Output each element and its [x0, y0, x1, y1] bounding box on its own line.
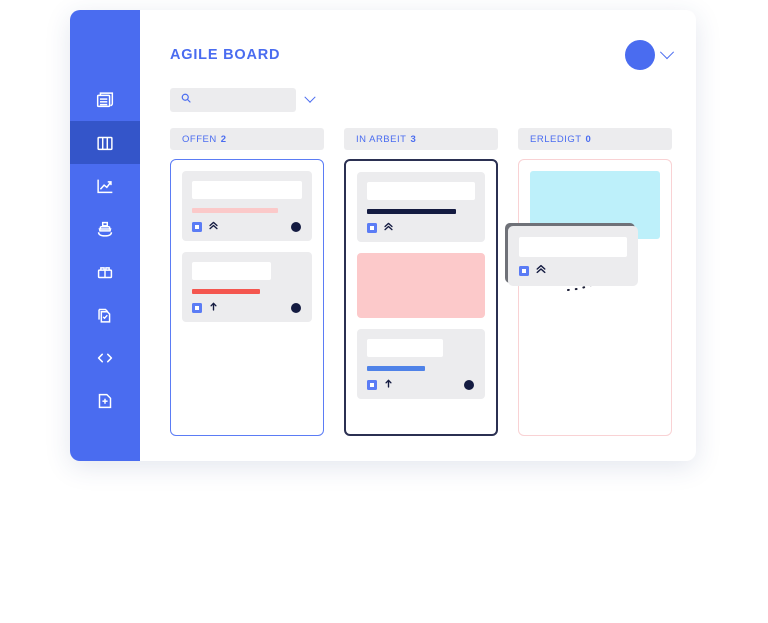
card-label-bar: [367, 366, 426, 371]
profile-menu[interactable]: [625, 40, 675, 70]
column-dropzone-offen[interactable]: [170, 159, 324, 436]
sidebar-item-analytics[interactable]: [70, 164, 140, 207]
task-type-icon[interactable]: [367, 380, 377, 390]
chevron-down-icon[interactable]: [659, 45, 675, 60]
sidebar-item-board[interactable]: [70, 121, 140, 164]
sidebar: [70, 10, 140, 461]
assignee-avatar[interactable]: [291, 222, 301, 232]
card-label-bar: [192, 289, 261, 294]
avatar[interactable]: [625, 40, 655, 70]
search-row: [170, 88, 672, 112]
sidebar-item-new-file[interactable]: [70, 379, 140, 422]
drop-placeholder-pink[interactable]: [357, 253, 485, 318]
priority-high-icon: [383, 376, 394, 394]
column-label: OFFEN: [182, 133, 217, 145]
search-input[interactable]: [197, 93, 296, 107]
dragged-task-card[interactable]: [508, 226, 638, 286]
column-count: 0: [585, 133, 592, 145]
card-title-placeholder: [367, 339, 443, 357]
task-card[interactable]: [182, 252, 312, 322]
priority-highest-icon: [208, 218, 219, 236]
app-window: AGILE BOARD OFFEN 2 IN ARBEIT 3 ERLEDIGT…: [70, 10, 696, 461]
line-chart-icon: [94, 175, 116, 197]
card-meta: [367, 379, 475, 391]
task-type-icon[interactable]: [192, 222, 202, 232]
column-dropzone-erledigt[interactable]: [518, 159, 672, 436]
board-column-in-arbeit: IN ARBEIT 3: [344, 128, 498, 436]
toolbox-icon: [94, 261, 116, 283]
add-file-icon: [94, 390, 116, 412]
code-brackets-icon: [94, 347, 116, 369]
column-count: 2: [220, 133, 227, 145]
card-title-placeholder: [192, 262, 272, 280]
priority-highest-icon: [383, 219, 394, 237]
sidebar-item-reports[interactable]: [70, 78, 140, 121]
columns-board-icon: [94, 132, 116, 154]
sidebar-item-shipping[interactable]: [70, 207, 140, 250]
card-title-placeholder: [519, 237, 627, 257]
task-type-icon[interactable]: [367, 223, 377, 233]
sidebar-item-toolbox[interactable]: [70, 250, 140, 293]
task-type-icon[interactable]: [519, 266, 529, 276]
card-label-bar: [192, 208, 278, 213]
card-meta: [519, 262, 627, 280]
card-title-placeholder: [367, 182, 475, 200]
card-meta: [192, 221, 302, 233]
search-icon: [180, 91, 192, 109]
column-label: ERLEDIGT: [530, 133, 582, 145]
page-title: AGILE BOARD: [170, 47, 281, 63]
column-header-in-arbeit[interactable]: IN ARBEIT 3: [344, 128, 498, 150]
priority-highest-icon: [535, 262, 547, 280]
task-type-icon[interactable]: [192, 303, 202, 313]
card-meta: [367, 222, 475, 234]
sidebar-item-tasks[interactable]: [70, 293, 140, 336]
card-meta: [192, 302, 302, 314]
card-title-placeholder: [192, 181, 302, 199]
priority-high-icon: [208, 299, 219, 317]
search-box[interactable]: [170, 88, 296, 112]
checked-pages-icon: [94, 304, 116, 326]
column-header-erledigt[interactable]: ERLEDIGT 0: [518, 128, 672, 150]
task-card[interactable]: [357, 172, 485, 242]
stacked-document-icon: [94, 89, 116, 111]
column-dropzone-in-arbeit[interactable]: [344, 159, 498, 436]
sidebar-item-code[interactable]: [70, 336, 140, 379]
column-header-offen[interactable]: OFFEN 2: [170, 128, 324, 150]
card-label-bar: [367, 209, 456, 214]
assignee-avatar[interactable]: [464, 380, 474, 390]
column-count: 3: [410, 133, 417, 145]
task-card[interactable]: [182, 171, 312, 241]
assignee-avatar[interactable]: [291, 303, 301, 313]
board-column-offen: OFFEN 2: [170, 128, 324, 436]
search-filter-chevron-down-icon[interactable]: [304, 91, 316, 103]
ship-icon: [94, 218, 116, 240]
task-card[interactable]: [357, 329, 485, 399]
column-label: IN ARBEIT: [356, 133, 407, 145]
topbar: AGILE BOARD: [170, 40, 675, 70]
main-content: AGILE BOARD OFFEN 2 IN ARBEIT 3 ERLEDIGT…: [140, 10, 700, 461]
